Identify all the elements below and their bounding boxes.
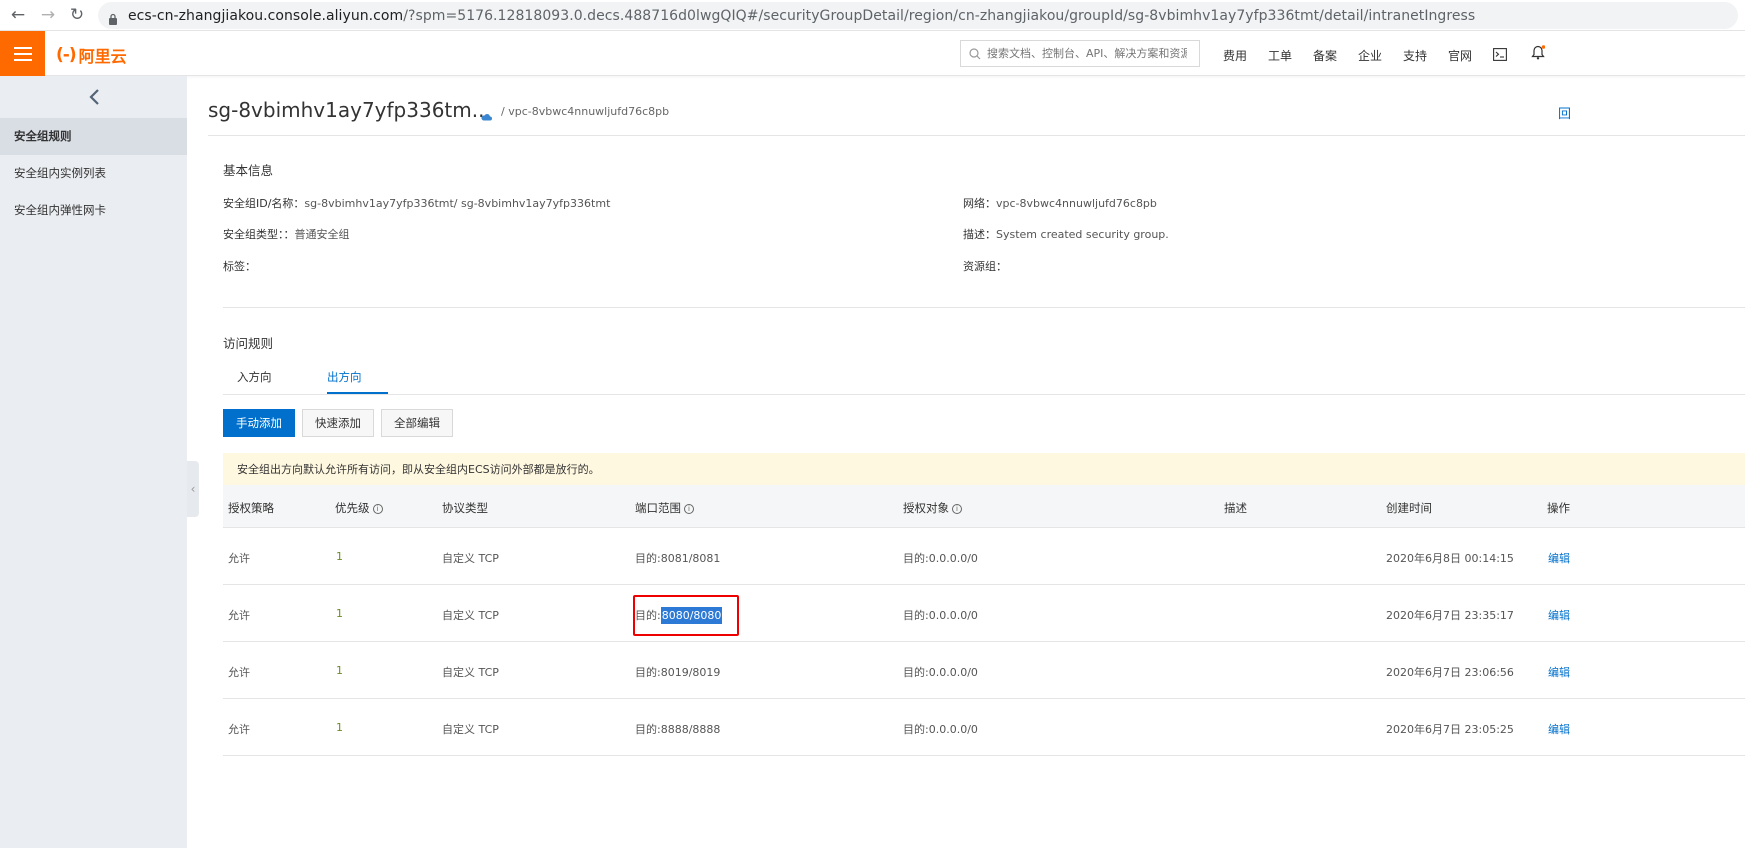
cell-priority: 1 [336,550,343,563]
info-network: 网络：vpc-8vbwc4nnuwljufd76c8pb [963,197,1157,210]
manual-add-button[interactable]: 手动添加 [223,409,295,437]
nav-tickets[interactable]: 工单 [1268,47,1292,64]
info-tags: 标签： [223,260,256,273]
info-icon[interactable]: i [952,503,962,514]
cell-policy: 允许 [228,552,250,565]
th-description: 描述 [1224,501,1247,515]
cell-policy: 允许 [228,609,250,622]
table-row: 允许 1 自定义 TCP 目的:8888/8888 目的:0.0.0.0/0 2… [223,699,1745,756]
outbound-notice: 安全组出方向默认允许所有访问，即从安全组内ECS访问外部都是放行的。 [223,453,1745,485]
cloud-icon[interactable] [481,106,492,121]
th-policy: 授权策略 [228,501,274,515]
cell-target: 目的:0.0.0.0/0 [903,666,978,679]
cell-priority: 1 [336,721,343,734]
console-topbar: (-) 阿里云 费用 工单 备案 企业 支持 官网 [0,31,1745,76]
th-protocol: 协议类型 [442,501,488,515]
cell-port-range: 目的:8081/8081 [635,552,721,565]
sidebar: 安全组规则 安全组内实例列表 安全组内弹性网卡 [0,76,187,848]
info-id-name: 安全组ID/名称：sg-8vbimhv1ay7yfp336tmt/ sg-8vb… [223,197,611,210]
info-icon[interactable]: i [684,503,694,514]
th-created-time: 创建时间 [1386,501,1432,515]
aliyun-logo[interactable]: (-) 阿里云 [56,43,127,67]
info-divider [223,307,1745,308]
header-right-link[interactable]: 回 [1558,103,1571,122]
table-row: 允许 1 自定义 TCP 目的:8019/8019 目的:0.0.0.0/0 2… [223,642,1745,699]
basic-info-title: 基本信息 [223,163,274,178]
rules-table-header: 授权策略 优先级 i 协议类型 端口范围 i 授权对象 i 描述 创建时间 操作 [223,485,1745,528]
info-resource-group: 资源组： [963,260,1007,273]
info-description: 描述：System created security group. [963,228,1169,241]
nav-fees[interactable]: 费用 [1223,47,1247,64]
nav-enterprise[interactable]: 企业 [1358,47,1382,64]
terminal-icon[interactable] [1493,46,1507,65]
edit-link[interactable]: 编辑 [1548,664,1570,680]
direction-tabs: 入方向 出方向 [223,361,1745,395]
cell-protocol: 自定义 TCP [442,552,499,565]
th-priority: 优先级 i [335,500,383,516]
cell-target: 目的:0.0.0.0/0 [903,723,978,736]
cell-priority: 1 [336,664,343,677]
info-type: 安全组类型：：普通安全组 [223,228,350,241]
logo-text: 阿里云 [78,47,127,66]
tab-outbound[interactable]: 出方向 [327,369,362,385]
search-icon [969,47,981,59]
page-title: sg-8vbimhv1ay7yfp336tm... [208,98,491,122]
cell-protocol: 自定义 TCP [442,666,499,679]
address-bar[interactable]: ecs-cn-zhangjiakou.console.aliyun.com/?s… [98,2,1738,29]
th-actions: 操作 [1547,501,1570,515]
quick-add-button[interactable]: 快速添加 [302,409,374,437]
edit-link[interactable]: 编辑 [1548,607,1570,623]
cell-target: 目的:0.0.0.0/0 [903,552,978,565]
cell-created-time: 2020年6月8日 00:14:15 [1386,552,1514,565]
forward-icon[interactable]: → [34,1,62,29]
th-port-range: 端口范围 i [635,500,694,516]
edit-link[interactable]: 编辑 [1548,721,1570,737]
hamburger-menu-icon[interactable] [0,31,45,76]
access-rules-title: 访问规则 [223,336,274,351]
cell-port-range: 目的:8888/8888 [635,723,721,736]
back-icon[interactable]: ← [4,1,32,29]
bell-icon[interactable] [1531,45,1546,64]
cell-policy: 允许 [228,723,250,736]
active-tab-indicator [327,392,388,394]
reload-icon[interactable]: ↻ [63,1,91,29]
cell-priority: 1 [336,607,343,620]
cell-created-time: 2020年6月7日 23:06:56 [1386,666,1514,679]
nav-support[interactable]: 支持 [1403,47,1427,64]
main-content: sg-8vbimhv1ay7yfp336tm... / vpc-8vbwc4nn… [187,76,1745,848]
cell-protocol: 自定义 TCP [442,723,499,736]
breadcrumb-vpc[interactable]: / vpc-8vbwc4nnuwljufd76c8pb [501,105,669,118]
cell-protocol: 自定义 TCP [442,609,499,622]
sidebar-item-eni[interactable]: 安全组内弹性网卡 [0,192,187,229]
sidebar-back-icon[interactable] [0,76,187,118]
sidebar-item-instances[interactable]: 安全组内实例列表 [0,155,187,192]
table-row: 允许 1 自定义 TCP 目的:8081/8081 目的:0.0.0.0/0 2… [223,528,1745,585]
table-row: 允许 1 自定义 TCP 目的:8080/8080 目的:0.0.0.0/0 2… [223,585,1745,642]
th-target: 授权对象 i [903,500,962,516]
tab-inbound[interactable]: 入方向 [237,369,272,385]
url-text: ecs-cn-zhangjiakou.console.aliyun.com/?s… [128,7,1476,24]
red-annotation-box [633,595,739,636]
logo-mark: (-) [56,45,77,65]
cell-created-time: 2020年6月7日 23:35:17 [1386,609,1514,622]
header-divider [208,135,1745,136]
cell-port-range: 目的:8019/8019 [635,666,721,679]
global-search[interactable] [960,40,1200,67]
sidebar-item-security-rules[interactable]: 安全组规则 [0,118,187,155]
edit-link[interactable]: 编辑 [1548,550,1570,566]
browser-bar: ← → ↻ ecs-cn-zhangjiakou.console.aliyun.… [0,0,1745,31]
nav-filing[interactable]: 备案 [1313,47,1337,64]
edit-all-button[interactable]: 全部编辑 [381,409,453,437]
nav-official-site[interactable]: 官网 [1448,47,1472,64]
cell-policy: 允许 [228,666,250,679]
cell-created-time: 2020年6月7日 23:05:25 [1386,723,1514,736]
lock-icon [108,10,118,25]
search-input[interactable] [987,47,1187,60]
info-icon[interactable]: i [372,503,383,514]
cell-target: 目的:0.0.0.0/0 [903,609,978,622]
